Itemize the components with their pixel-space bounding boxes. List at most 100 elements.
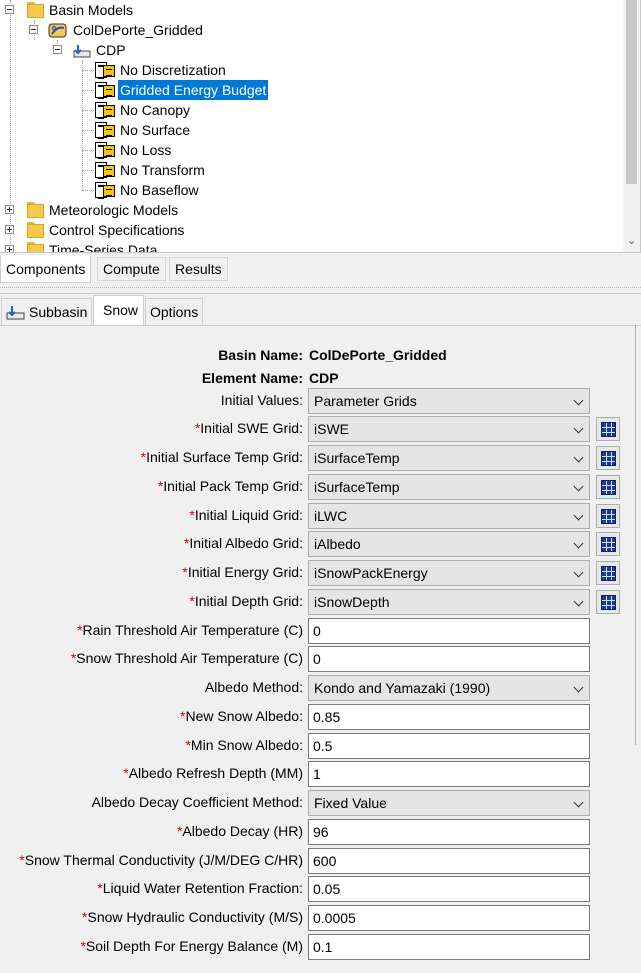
soil-depth-label: *Soil Depth For Energy Balance (M) (80, 938, 303, 954)
initial-surface-temp-select[interactable]: iSurfaceTemp (308, 445, 590, 471)
method-icon (95, 162, 115, 179)
component-tree[interactable]: Basin Models ColDePorte_Gridded CDP No D… (0, 0, 641, 252)
new-snow-albedo-input[interactable]: 0.85 (308, 704, 590, 730)
splitter[interactable] (0, 284, 641, 294)
albedo-refresh-input[interactable]: 1 (308, 761, 590, 787)
initial-values-row: Initial Values: Parameter Grids (0, 388, 641, 414)
chevron-down-icon (573, 567, 584, 578)
collapse-icon[interactable] (5, 5, 14, 14)
grid-editor-button[interactable] (596, 446, 620, 470)
tree-item-method[interactable]: No Baseflow (0, 180, 600, 200)
albedo-decay-label: *Albedo Decay (HR) (176, 823, 303, 839)
select-value: iAlbedo (314, 536, 361, 552)
tree-item-label: No Baseflow (120, 182, 199, 198)
albedo-method-label: Albedo Method: (204, 679, 303, 695)
liquid-retention-input[interactable]: 0.05 (308, 876, 590, 902)
expand-icon[interactable] (5, 205, 14, 214)
tree-item-label: Time-Series Data (49, 242, 158, 252)
tree-item-label: Control Specifications (49, 222, 185, 238)
liquid-retention-row: *Liquid Water Retention Fraction: 0.05 (0, 876, 641, 902)
tree-item-basin-models[interactable]: Basin Models (0, 0, 600, 20)
initial-pack-temp-label: *Initial Pack Temp Grid: (157, 478, 303, 494)
chevron-down-icon (573, 682, 584, 693)
tree-item-method[interactable]: No Transform (0, 160, 600, 180)
tab-options[interactable]: Options (145, 298, 203, 325)
rain-threshold-input[interactable]: 0 (308, 618, 590, 644)
element-name-label: Element Name: (201, 370, 303, 386)
tree-item-control-specifications[interactable]: Control Specifications (0, 220, 600, 240)
select-value: Fixed Value (314, 795, 387, 811)
initial-liquid-select[interactable]: iLWC (308, 503, 590, 529)
soil-depth-input[interactable]: 0.1 (308, 934, 590, 960)
initial-surface-temp-label: *Initial Surface Temp Grid: (140, 449, 303, 465)
grid-editor-button[interactable] (596, 590, 620, 614)
tree-item-time-series-data[interactable]: Time-Series Data (0, 240, 600, 252)
initial-energy-select[interactable]: iSnowPackEnergy (308, 560, 590, 586)
grid-editor-button[interactable] (596, 417, 620, 441)
collapse-icon[interactable] (53, 45, 62, 54)
tab-results[interactable]: Results (169, 257, 228, 281)
initial-swe-select[interactable]: iSWE (308, 416, 590, 442)
albedo-method-select[interactable]: Kondo and Yamazaki (1990) (308, 675, 590, 701)
tab-compute[interactable]: Compute (97, 257, 166, 281)
albedo-refresh-label: *Albedo Refresh Depth (MM) (123, 765, 303, 781)
tree-item-cdp[interactable]: CDP (0, 40, 600, 60)
method-icon (95, 182, 115, 199)
expand-icon[interactable] (5, 245, 14, 252)
initial-surface-temp-row: *Initial Surface Temp Grid: iSurfaceTemp (0, 445, 641, 471)
initial-albedo-select[interactable]: iAlbedo (308, 531, 590, 557)
editor-scrollbar[interactable] (630, 325, 641, 973)
scrollbar-thumb[interactable] (626, 0, 637, 184)
snow-threshold-label: *Snow Threshold Air Temperature (C) (70, 650, 303, 666)
basin-name-label: Basin Name: (218, 347, 303, 363)
select-value: Parameter Grids (314, 393, 417, 409)
albedo-decay-row: *Albedo Decay (HR) 96 (0, 819, 641, 845)
tree-item-method[interactable]: No Discretization (0, 60, 600, 80)
chevron-down-icon (573, 538, 584, 549)
chevron-down-icon (573, 423, 584, 434)
snow-threshold-input[interactable]: 0 (308, 646, 590, 672)
initial-pack-temp-row: *Initial Pack Temp Grid: iSurfaceTemp (0, 474, 641, 500)
tab-subbasin[interactable]: Subbasin (1, 298, 92, 325)
grid-editor-button[interactable] (596, 475, 620, 499)
min-snow-albedo-input[interactable]: 0.5 (308, 733, 590, 759)
grid-icon (601, 595, 616, 610)
initial-liquid-row: *Initial Liquid Grid: iLWC (0, 503, 641, 529)
tree-item-method[interactable]: No Canopy (0, 100, 600, 120)
tab-snow[interactable]: Snow (93, 295, 144, 326)
grid-editor-button[interactable] (596, 561, 620, 585)
tree-item-method-selected[interactable]: Gridded Energy Budget (0, 80, 600, 100)
initial-pack-temp-select[interactable]: iSurfaceTemp (308, 474, 590, 500)
folder-icon (27, 2, 44, 18)
albedo-decay-method-select[interactable]: Fixed Value (308, 790, 590, 816)
chevron-down-icon (573, 510, 584, 521)
component-tabs: Components Compute Results (0, 252, 641, 284)
tab-components[interactable]: Components (0, 255, 92, 283)
chevron-down-icon (573, 395, 584, 406)
initial-depth-select[interactable]: iSnowDepth (308, 589, 590, 615)
snow-thermal-row: *Snow Thermal Conductivity (J/M/DEG C/HR… (0, 848, 641, 874)
grid-editor-button[interactable] (596, 504, 620, 528)
scroll-down-icon[interactable]: ⌄ (627, 236, 636, 247)
initial-values-select[interactable]: Parameter Grids (308, 388, 590, 414)
grid-editor-button[interactable] (596, 532, 620, 556)
snow-thermal-input[interactable]: 600 (308, 848, 590, 874)
tree-item-label: ColDePorte_Gridded (73, 22, 203, 38)
initial-albedo-row: *Initial Albedo Grid: iAlbedo (0, 531, 641, 557)
albedo-method-row: Albedo Method: Kondo and Yamazaki (1990) (0, 675, 641, 701)
initial-liquid-label: *Initial Liquid Grid: (189, 507, 303, 523)
tree-item-method[interactable]: No Surface (0, 120, 600, 140)
folder-icon (27, 222, 44, 238)
tree-item-basin[interactable]: ColDePorte_Gridded (0, 20, 600, 40)
initial-depth-row: *Initial Depth Grid: iSnowDepth (0, 589, 641, 615)
tree-item-method[interactable]: No Loss (0, 140, 600, 160)
tree-item-meteorologic-models[interactable]: Meteorologic Models (0, 200, 600, 220)
snow-hydraulic-input[interactable]: 0.0005 (308, 905, 590, 931)
collapse-icon[interactable] (29, 25, 38, 34)
chevron-down-icon (573, 596, 584, 607)
expand-icon[interactable] (5, 225, 14, 234)
albedo-decay-input[interactable]: 96 (308, 819, 590, 845)
tree-scrollbar[interactable]: ⌄ (623, 0, 640, 252)
initial-swe-row: *Initial SWE Grid: iSWE (0, 416, 641, 442)
rain-threshold-label: *Rain Threshold Air Temperature (C) (77, 622, 303, 638)
